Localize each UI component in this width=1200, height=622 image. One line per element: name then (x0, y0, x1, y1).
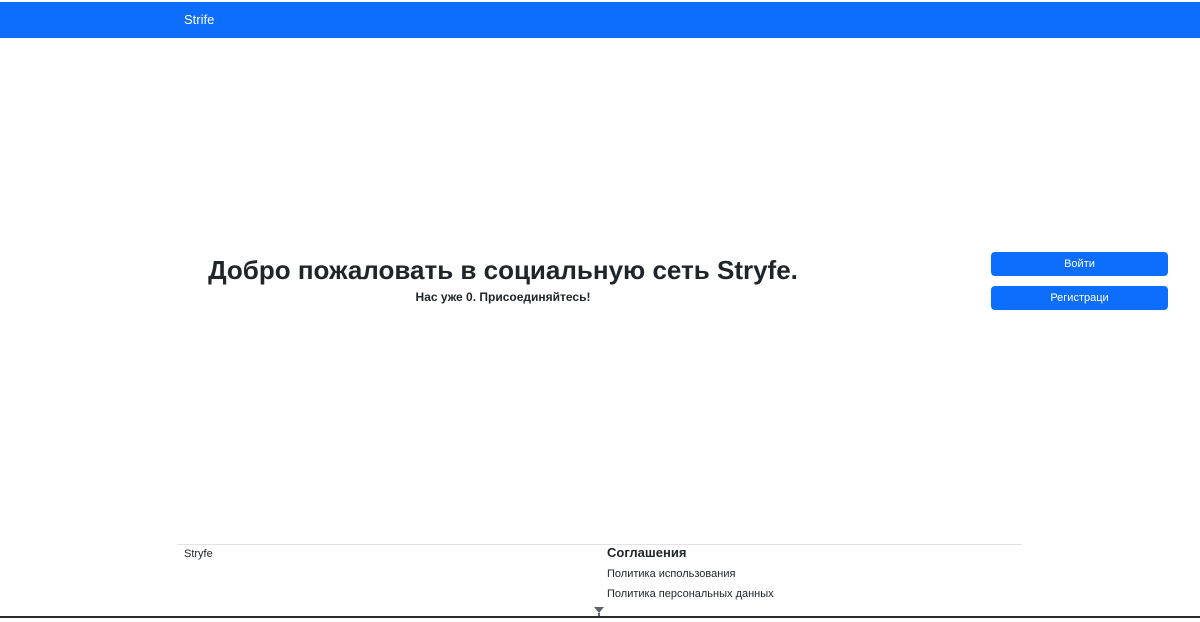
top-navbar: Strife (0, 2, 1200, 38)
agreements-heading: Соглашения (607, 545, 687, 560)
register-button[interactable]: Регистраци (991, 286, 1168, 310)
terms-of-use-link[interactable]: Политика использования (607, 568, 735, 580)
welcome-heading: Добро пожаловать в социальную сеть Stryf… (208, 255, 798, 285)
footer-brand: Stryfe (184, 548, 213, 560)
navbar-brand-link[interactable]: Strife (184, 12, 214, 27)
chevron-down-icon[interactable] (592, 604, 606, 616)
privacy-policy-link[interactable]: Политика персональных данных (607, 588, 774, 600)
footer-divider (177, 544, 1022, 545)
login-button[interactable]: Войти (991, 252, 1168, 276)
member-count-text: Нас уже 0. Присоединяйтесь! (415, 290, 591, 304)
